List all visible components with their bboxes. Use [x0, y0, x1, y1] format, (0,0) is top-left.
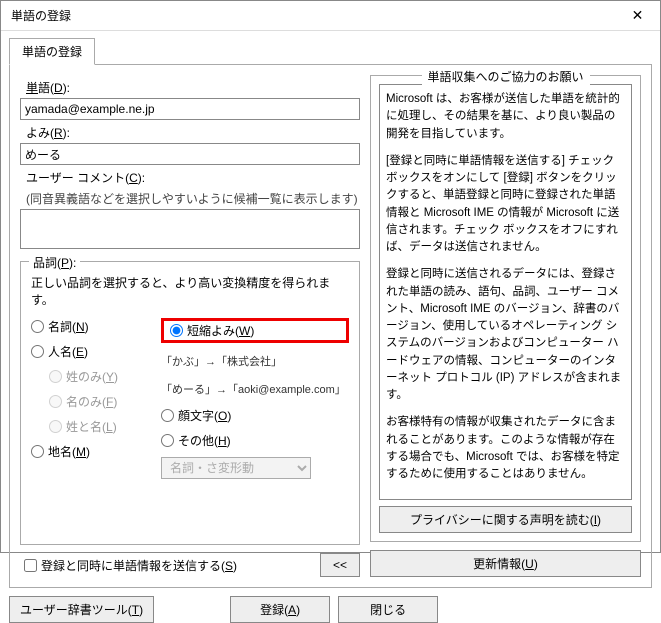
toggle-button[interactable]: << — [320, 553, 360, 577]
sonota-select[interactable]: 名詞・さ変形動 — [161, 457, 311, 479]
info-title: 単語収集へのご協力のお願い — [421, 68, 589, 85]
radio-kaomoji[interactable]: 顔文字(O) — [161, 407, 349, 424]
hinshi-title: 品詞(P): — [29, 254, 80, 271]
info-p1: Microsoft は、お客様が送信した単語を統計的に処理し、その結果を基に、よ… — [386, 91, 625, 143]
comment-sublabel: (同音異義語などを選択しやすいように候補一覧に表示します) — [26, 190, 360, 207]
radio-tanshuku-highlight: 短縮よみ(W) — [161, 318, 349, 343]
example-2: 「めーる」→「aoki@example.com」 — [161, 381, 349, 397]
close-icon[interactable]: ✕ — [615, 1, 660, 31]
radio-tanshuku[interactable]: 短縮よみ(W) — [170, 322, 254, 339]
info-textbox[interactable]: Microsoft は、お客様が送信した単語を統計的に処理し、その結果を基に、よ… — [379, 84, 632, 500]
example-1: 「かぶ」→「株式会社」 — [161, 353, 349, 369]
register-button[interactable]: 登録(A) — [230, 596, 330, 623]
radio-sei: 姓のみ(Y) — [49, 368, 161, 385]
radio-chimei[interactable]: 地名(M) — [31, 443, 161, 460]
comment-input[interactable] — [20, 209, 360, 249]
info-group: 単語収集へのご協力のお願い Microsoft は、お客様が送信した単語を統計的… — [370, 75, 641, 542]
send-checkbox[interactable]: 登録と同時に単語情報を送信する(S) — [24, 557, 237, 574]
radio-jinmei[interactable]: 人名(E) — [31, 343, 161, 360]
privacy-button[interactable]: プライバシーに関する声明を読む(I) — [379, 506, 632, 533]
radio-meishi[interactable]: 名詞(N) — [31, 318, 161, 335]
window-title: 単語の登録 — [11, 7, 71, 24]
hinshi-group: 品詞(P): 正しい品詞を選択すると、より高い変換精度を得られます。 名詞(N)… — [20, 261, 360, 545]
tab-panel: 単語(D): よみ(R): ユーザー コメント(C): (同音異義語などを選択し… — [9, 64, 652, 588]
update-button[interactable]: 更新情報(U) — [370, 550, 641, 577]
radio-mei: 名のみ(F) — [49, 393, 161, 410]
info-p3: 登録と同時に送信されるデータには、登録された単語の読み、語句、品詞、ユーザー コ… — [386, 266, 625, 404]
tango-label: 単語(D): — [26, 79, 360, 96]
info-p2: [登録と同時に単語情報を送信する] チェック ボックスをオンにして [登録] ボ… — [386, 153, 625, 257]
radio-sonota[interactable]: その他(H) — [161, 432, 349, 449]
yomi-input[interactable] — [20, 143, 360, 165]
tab-bar: 単語の登録 — [1, 31, 660, 64]
dict-tool-button[interactable]: ユーザー辞書ツール(T) — [9, 596, 154, 623]
titlebar: 単語の登録 ✕ — [1, 1, 660, 31]
yomi-label: よみ(R): — [26, 124, 360, 141]
info-p4: お客様特有の情報が収集されたデータに含まれることがあります。このような情報が存在… — [386, 414, 625, 483]
radio-seimei: 姓と名(L) — [49, 418, 161, 435]
tab-word-register[interactable]: 単語の登録 — [9, 38, 95, 65]
tango-input[interactable] — [20, 98, 360, 120]
close-button[interactable]: 閉じる — [338, 596, 438, 623]
comment-label: ユーザー コメント(C): — [26, 169, 360, 186]
hinshi-desc: 正しい品詞を選択すると、より高い変換精度を得られます。 — [31, 274, 349, 308]
